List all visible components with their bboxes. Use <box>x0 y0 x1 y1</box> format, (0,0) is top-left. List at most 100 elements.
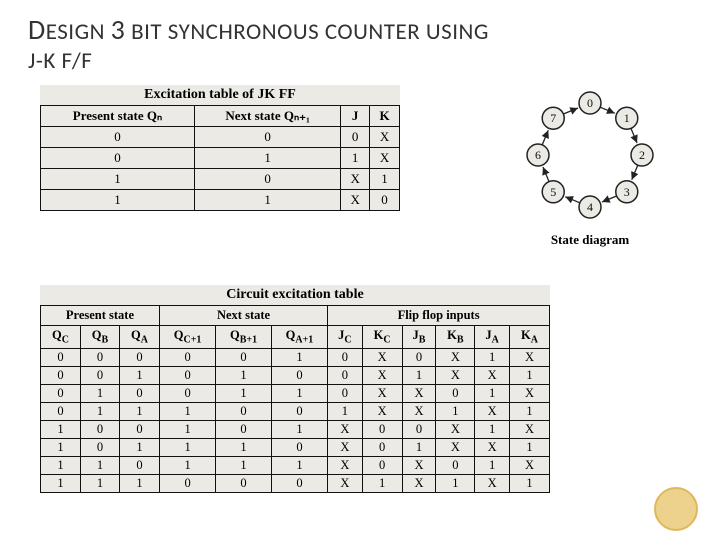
circuit-cell: X <box>436 438 475 456</box>
state-node-label: 1 <box>624 111 630 125</box>
title-rest: BIT SYNCHRONOUS COUNTER USING <box>125 18 489 46</box>
circuit-cell: 0 <box>41 366 81 384</box>
circuit-cell: 0 <box>80 348 119 366</box>
circuit-cell: 0 <box>271 402 327 420</box>
circuit-cell: 0 <box>362 420 402 438</box>
circuit-cell: 1 <box>436 474 475 492</box>
circuit-cell: 1 <box>402 366 436 384</box>
state-edge <box>602 196 617 202</box>
circuit-subhdr-cell: QC <box>41 326 81 349</box>
circuit-cell: 0 <box>159 384 215 402</box>
excite-cell: 0 <box>194 169 340 190</box>
circuit-cell: 1 <box>509 366 549 384</box>
circuit-cell: 1 <box>509 474 549 492</box>
circuit-cell: 0 <box>216 402 272 420</box>
circuit-cell: X <box>509 384 549 402</box>
circuit-cell: 0 <box>328 366 363 384</box>
excitation-table-block: Excitation table of JK FF Present state … <box>40 85 400 211</box>
circuit-subhdr-cell: JB <box>402 326 436 349</box>
circuit-cell: 1 <box>119 474 159 492</box>
state-edge <box>542 130 548 145</box>
excite-cell: X <box>370 148 400 169</box>
circuit-cell: 0 <box>271 438 327 456</box>
circuit-cell: 0 <box>119 420 159 438</box>
circuit-cell: 1 <box>80 384 119 402</box>
state-edge <box>632 165 638 180</box>
excite-cell: 1 <box>370 169 400 190</box>
circuit-cell: 1 <box>271 384 327 402</box>
circuit-cell: X <box>362 402 402 420</box>
circuit-cell: X <box>362 366 402 384</box>
circuit-cell: 0 <box>80 438 119 456</box>
circuit-row: 0100110XX01X <box>41 384 550 402</box>
circuit-cell: 0 <box>216 420 272 438</box>
excite-cell: 1 <box>41 169 195 190</box>
excite-row: 10X1 <box>41 169 400 190</box>
circuit-cell: X <box>402 474 436 492</box>
circuit-cell: 1 <box>475 348 510 366</box>
gh-next: Next state <box>159 306 327 326</box>
circuit-cell: X <box>509 420 549 438</box>
circuit-cell: 1 <box>216 438 272 456</box>
circuit-cell: 1 <box>436 402 475 420</box>
excite-cell: 0 <box>41 148 195 169</box>
circuit-cell: X <box>509 348 549 366</box>
state-node-label: 4 <box>587 200 593 214</box>
circuit-row: 111000X1X1X1 <box>41 474 550 492</box>
state-edge <box>565 197 580 203</box>
state-edge <box>631 128 637 143</box>
circuit-subhdr-cell: QB <box>80 326 119 349</box>
excite-h0: Present state Qₙ <box>41 106 195 127</box>
circuit-cell: 0 <box>402 420 436 438</box>
state-node-label: 6 <box>535 148 541 162</box>
circuit-cell: 0 <box>159 366 215 384</box>
excite-cell: 0 <box>194 127 340 148</box>
gh-ff: Flip flop inputs <box>328 306 550 326</box>
circuit-cell: X <box>509 456 549 474</box>
state-diagram: 01234567 State diagram <box>490 85 690 255</box>
excite-cell: X <box>370 127 400 148</box>
state-node-label: 7 <box>550 111 556 125</box>
circuit-cell: 1 <box>119 438 159 456</box>
circuit-cell: 1 <box>41 474 81 492</box>
circuit-cell: 0 <box>80 366 119 384</box>
circuit-subhdr-cell: JA <box>475 326 510 349</box>
circuit-cell: 0 <box>41 402 81 420</box>
title-3: 3 <box>111 12 126 47</box>
circuit-cell: 1 <box>475 420 510 438</box>
excite-row: 000X <box>41 127 400 148</box>
circuit-cell: 1 <box>402 438 436 456</box>
circuit-row: 0010100X1XX1 <box>41 366 550 384</box>
circuit-title: Circuit excitation table <box>40 285 550 305</box>
circuit-group-header: Present state Next state Flip flop input… <box>41 306 550 326</box>
circuit-row: 100101X00X1X <box>41 420 550 438</box>
circuit-cell: 0 <box>216 348 272 366</box>
circuit-cell: X <box>328 474 363 492</box>
state-node-label: 3 <box>624 185 630 199</box>
circuit-cell: 0 <box>119 456 159 474</box>
circuit-cell: X <box>436 420 475 438</box>
circuit-cell: 0 <box>119 348 159 366</box>
title-esign: ESIGN <box>46 18 111 46</box>
circuit-cell: 0 <box>328 384 363 402</box>
circuit-cell: 1 <box>80 456 119 474</box>
excite-h2: J <box>341 106 370 127</box>
circuit-cell: 0 <box>271 366 327 384</box>
circuit-cell: 0 <box>271 474 327 492</box>
circuit-cell: 1 <box>216 456 272 474</box>
circuit-cell: 1 <box>119 402 159 420</box>
title-line2: J-K F/F <box>28 47 92 75</box>
circuit-row: 110111X0X01X <box>41 456 550 474</box>
circuit-cell: X <box>436 366 475 384</box>
circuit-cell: 1 <box>475 384 510 402</box>
circuit-cell: 1 <box>159 402 215 420</box>
state-diagram-svg: 01234567 <box>500 85 680 225</box>
accent-dot-icon <box>654 487 698 531</box>
circuit-subhdr-cell: QA+1 <box>271 326 327 349</box>
circuit-cell: 1 <box>41 438 81 456</box>
state-edge <box>543 167 549 182</box>
circuit-cell: 1 <box>271 456 327 474</box>
circuit-cell: 0 <box>436 384 475 402</box>
excite-cell: X <box>341 190 370 211</box>
circuit-subhdr-cell: JC <box>328 326 363 349</box>
